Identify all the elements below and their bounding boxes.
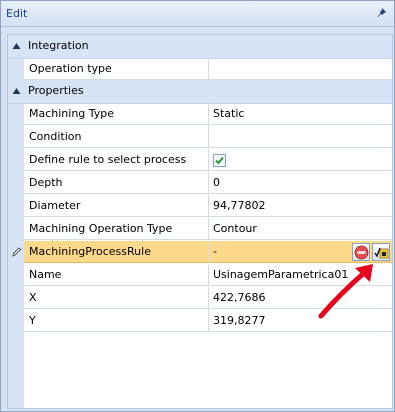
property-value[interactable]: [209, 58, 392, 80]
property-row-machining-operation-type[interactable]: Machining Operation Type Contour: [8, 218, 392, 241]
red-arrow-annotation: [318, 264, 373, 319]
property-name: Diameter: [24, 195, 209, 217]
pin-icon[interactable]: [376, 7, 388, 19]
panel-title: Edit: [6, 7, 28, 20]
property-row-diameter[interactable]: Diameter 94,77802: [8, 195, 392, 218]
property-row-machining-type[interactable]: Machining Type Static: [8, 103, 392, 126]
property-name: Define rule to select process: [24, 149, 209, 171]
properties-panel: Edit Integration Operation type Properti…: [0, 0, 395, 412]
property-name: Name: [24, 264, 209, 286]
clear-rule-button[interactable]: [352, 243, 370, 261]
property-name: Machining Type: [24, 103, 209, 125]
category-properties[interactable]: Properties: [8, 80, 392, 104]
collapse-icon[interactable]: [12, 42, 21, 50]
property-row-depth[interactable]: Depth 0: [8, 172, 392, 195]
property-value[interactable]: Static: [209, 103, 392, 125]
property-name: Y: [24, 310, 209, 332]
checkmark-icon: [215, 156, 224, 165]
category-integration[interactable]: Integration: [8, 35, 392, 59]
property-name: X: [24, 287, 209, 309]
property-grid: Integration Operation type Properties Ma…: [7, 34, 393, 409]
property-row-define-rule[interactable]: Define rule to select process: [8, 149, 392, 172]
property-name: Operation type: [24, 58, 209, 80]
property-value: [209, 149, 392, 171]
category-label: Properties: [28, 84, 84, 97]
property-row-machining-process-rule[interactable]: MachiningProcessRule -: [8, 241, 392, 264]
property-row-condition[interactable]: Condition: [8, 126, 392, 149]
pencil-icon: [12, 247, 22, 257]
panel-titlebar: Edit: [1, 1, 394, 27]
category-label: Integration: [28, 39, 89, 52]
collapse-icon[interactable]: [12, 87, 21, 95]
rule-edit-icon: [374, 247, 389, 259]
define-rule-checkbox[interactable]: [213, 154, 226, 167]
edit-rule-button[interactable]: [372, 243, 390, 261]
property-row-operation-type[interactable]: Operation type: [8, 58, 392, 81]
property-value[interactable]: 0: [209, 172, 392, 194]
property-name: Machining Operation Type: [24, 218, 209, 240]
property-value[interactable]: [209, 126, 392, 148]
property-name: Condition: [24, 126, 209, 148]
property-name: Depth: [24, 172, 209, 194]
remove-icon: [354, 245, 369, 260]
property-value[interactable]: 94,77802: [209, 195, 392, 217]
property-name: MachiningProcessRule: [24, 241, 209, 263]
property-value[interactable]: Contour: [209, 218, 392, 240]
